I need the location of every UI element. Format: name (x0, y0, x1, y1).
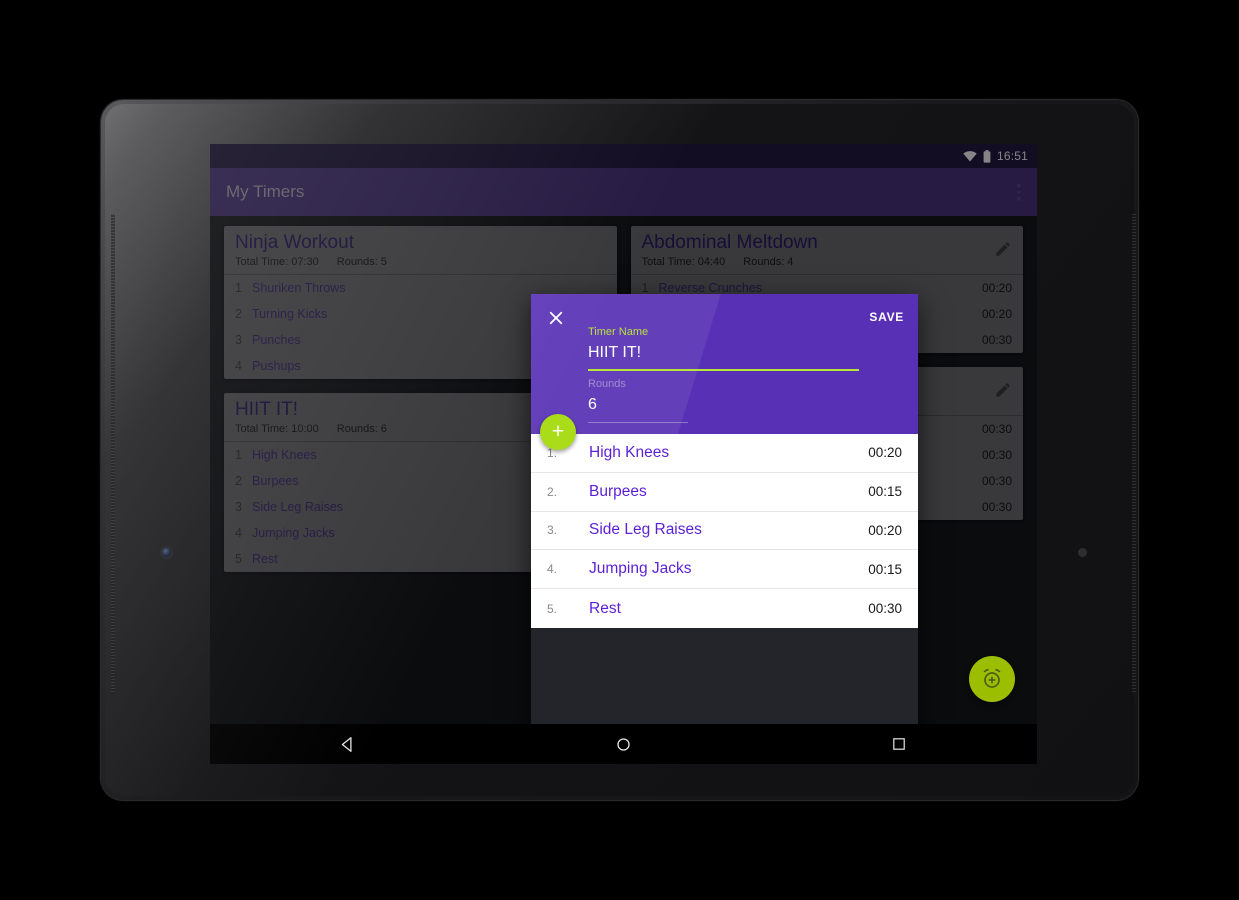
exercise-number: 5 (235, 551, 242, 566)
speaker-grille-left (111, 214, 115, 694)
exercise-time: 00:30 (868, 601, 902, 617)
page-title: My Timers (226, 182, 305, 201)
timer-name-label: Timer Name (588, 326, 649, 338)
wifi-icon (963, 150, 977, 162)
exercise-time: 00:20 (981, 280, 1012, 295)
exercise-number: 2 (235, 473, 242, 488)
rounds-label: Rounds: 5 (336, 255, 387, 268)
exercise-number: 4 (235, 525, 242, 540)
close-x-icon[interactable] (545, 307, 567, 329)
speaker-grille-right (1132, 214, 1136, 694)
edit-timer-dialog: SAVE Timer Name HIIT IT! Rounds 6 + 1. H… (531, 294, 918, 724)
exercise-number: 3 (235, 332, 242, 347)
front-camera (162, 548, 171, 557)
table-row[interactable]: 1. High Knees 00:20 (531, 434, 918, 473)
exercise-time: 00:30 (981, 447, 1012, 462)
field-underline (588, 368, 859, 371)
exercise-time: 00:30 (981, 421, 1012, 436)
exercise-name: Burpees (589, 482, 647, 500)
card-subtitle: Total Time: 07:30 Rounds: 5 (235, 256, 606, 268)
exercise-name: High Knees (589, 443, 670, 461)
exercise-time: 00:30 (981, 499, 1012, 514)
card-title: Abdominal Meltdown (641, 232, 818, 253)
card-subtitle: Total Time: 04:40 Rounds: 4 (642, 256, 1013, 268)
row-index: 2. (547, 484, 558, 499)
tablet-device-frame: 16:51 My Timers Ninja Workout Total Time… (101, 100, 1138, 800)
battery-icon (983, 149, 991, 163)
exercise-time: 00:20 (868, 445, 902, 461)
exercise-number: 2 (235, 306, 242, 321)
table-row[interactable]: 3. Side Leg Raises 00:20 (531, 512, 918, 551)
exercise-time: 00:30 (981, 473, 1012, 488)
add-exercise-fab[interactable]: + (540, 414, 576, 450)
device-bezel: 16:51 My Timers Ninja Workout Total Time… (105, 104, 1136, 796)
dialog-exercise-list: 1. High Knees 00:20 2. Burpees 00:15 3. … (531, 434, 918, 628)
exercise-number: 3 (235, 499, 242, 514)
status-bar: 16:51 (210, 144, 1037, 168)
back-triangle-icon[interactable] (328, 724, 368, 764)
field-underline (588, 421, 688, 423)
exercise-number: 1 (641, 280, 649, 295)
card-header: Abdominal Meltdown Total Time: 04:40 Rou… (631, 226, 1024, 274)
dialog-header: SAVE Timer Name HIIT IT! Rounds 6 (531, 294, 918, 434)
exercise-name: Reverse Crunches (658, 280, 763, 295)
pencil-icon[interactable] (994, 240, 1012, 258)
total-time-label: Total Time: 07:30 (235, 255, 319, 268)
exercise-name: Shuriken Throws (252, 280, 346, 295)
status-bar-clock: 16:51 (996, 149, 1028, 163)
rounds-label: Rounds: 4 (743, 255, 794, 268)
sensor-dot (1078, 548, 1087, 557)
device-screen: 16:51 My Timers Ninja Workout Total Time… (210, 144, 1037, 724)
recents-square-icon[interactable] (879, 724, 919, 764)
row-index: 3. (547, 523, 558, 538)
exercise-time: 00:20 (868, 522, 902, 538)
total-time-label: Total Time: 10:00 (235, 422, 319, 435)
exercise-time: 00:20 (981, 306, 1012, 321)
total-time-label: Total Time: 04:40 (641, 255, 726, 268)
exercise-name: Rest (589, 599, 621, 617)
android-nav-bar (210, 724, 1037, 764)
card-title: Ninja Workout (235, 232, 354, 253)
exercise-number: 4 (235, 358, 242, 373)
table-row[interactable]: 2. Burpees 00:15 (531, 473, 918, 512)
app-bar: My Timers (210, 168, 1037, 216)
exercise-name: Jumping Jacks (589, 560, 692, 578)
exercise-time: 00:30 (981, 332, 1012, 347)
timer-name-input[interactable]: HIIT IT! (588, 343, 859, 364)
row-index: 4. (547, 562, 558, 577)
exercise-time: 00:15 (868, 484, 902, 500)
row-index: 5. (547, 601, 558, 616)
save-button[interactable]: SAVE (869, 310, 904, 324)
exercise-number: 1 (235, 447, 242, 462)
rounds-label: Rounds (588, 378, 626, 390)
home-circle-icon[interactable] (603, 724, 643, 764)
add-timer-fab[interactable] (969, 656, 1015, 702)
card-header: Ninja Workout Total Time: 07:30 Rounds: … (224, 226, 617, 274)
exercise-name: Side Leg Raises (589, 521, 702, 539)
exercise-time: 00:15 (868, 561, 902, 577)
plus-icon: + (551, 419, 565, 443)
rounds-input[interactable]: 6 (588, 395, 688, 416)
table-row[interactable]: 4. Jumping Jacks 00:15 (531, 550, 918, 590)
timer-name-field[interactable]: Timer Name HIIT IT! (588, 326, 859, 371)
rounds-label: Rounds: 6 (336, 422, 387, 435)
table-row[interactable]: 5. Rest 00:30 (531, 589, 918, 628)
rounds-field[interactable]: Rounds 6 (588, 378, 688, 423)
exercise-number: 1 (235, 280, 242, 295)
overflow-menu-icon[interactable] (1017, 183, 1021, 201)
pencil-icon[interactable] (994, 381, 1012, 399)
